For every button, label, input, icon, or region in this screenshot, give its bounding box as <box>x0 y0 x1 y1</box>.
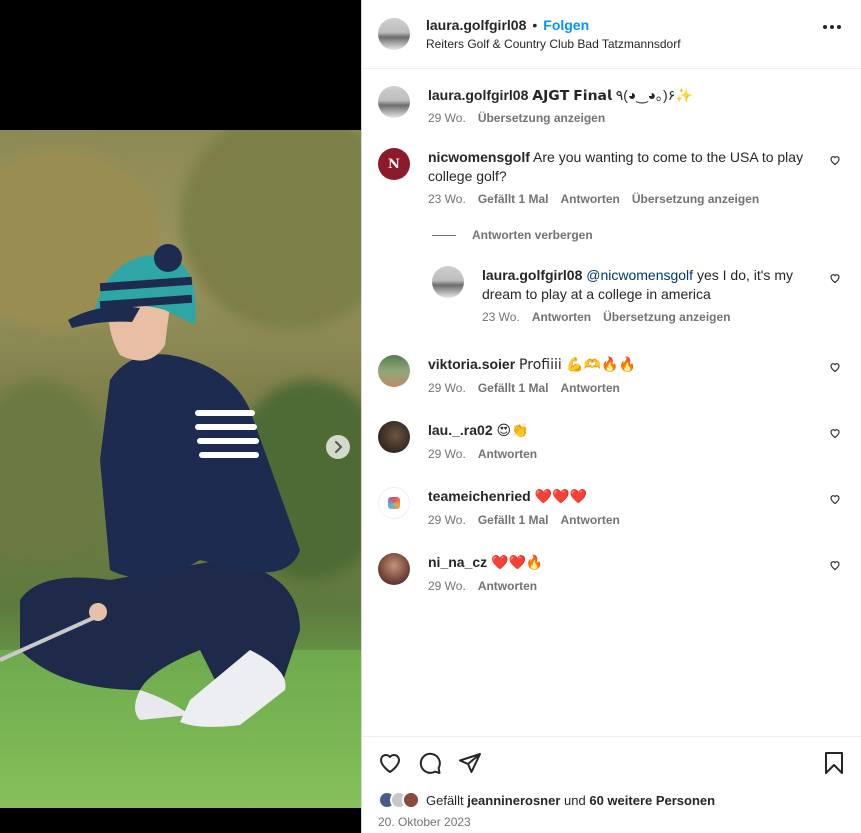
reply-button[interactable]: Antworten <box>478 447 537 461</box>
share-icon[interactable] <box>458 751 482 775</box>
caption-text: 𝗔𝗝𝗚𝗧 𝗙𝗶𝗻𝗮𝗹 ٩(◕‿◕｡)۶✨ <box>532 87 693 103</box>
comment-username[interactable]: nicwomensgolf <box>428 149 530 165</box>
chevron-right-icon <box>335 441 342 453</box>
avatar[interactable] <box>378 553 410 585</box>
reply-button[interactable]: Antworten <box>532 310 591 324</box>
reply-button[interactable]: Antworten <box>478 579 537 593</box>
comment-text: Profiiii 💪🫶🔥🔥 <box>519 357 636 373</box>
comment-time[interactable]: 23 Wo. <box>428 192 466 206</box>
avatar[interactable] <box>378 86 410 118</box>
post-media <box>0 0 361 833</box>
separator-dot: • <box>532 17 538 33</box>
comment-item: viktoria.soier Profiiii 💪🫶🔥🔥 29 Wo. Gefä… <box>378 355 845 395</box>
action-bar <box>378 751 482 775</box>
reply-button[interactable]: Antworten <box>561 513 620 527</box>
reply-button[interactable]: Antworten <box>561 381 620 395</box>
comment-username[interactable]: laura.golfgirl08 <box>428 87 528 103</box>
comment-time[interactable]: 29 Wo. <box>428 381 466 395</box>
author-username[interactable]: laura.golfgirl08 <box>426 17 526 33</box>
translate-link[interactable]: Übersetzung anzeigen <box>478 111 605 125</box>
comment-username[interactable]: lau._.ra02 <box>428 422 493 438</box>
heart-icon[interactable] <box>378 751 402 775</box>
liked-by-username[interactable]: jeanninerosner <box>467 793 560 808</box>
post-header: laura.golfgirl08 • Folgen Reiters Golf &… <box>362 0 861 69</box>
likes-summary: Gefällt jeanninerosner und 60 weitere Pe… <box>378 791 715 809</box>
translate-link[interactable]: Übersetzung anzeigen <box>603 310 730 324</box>
comment-username[interactable]: viktoria.soier <box>428 356 515 372</box>
likes-prefix: Gefällt <box>426 792 464 808</box>
more-options-icon[interactable] <box>823 25 841 29</box>
hide-replies-button[interactable]: Antworten verbergen <box>432 228 593 242</box>
comment-time[interactable]: 23 Wo. <box>482 310 520 324</box>
comment-likes[interactable]: Gefällt 1 Mal <box>478 513 549 527</box>
liker-avatar[interactable] <box>402 791 420 809</box>
like-comment-heart-icon[interactable] <box>829 272 841 284</box>
comment-time[interactable]: 29 Wo. <box>428 579 466 593</box>
reply-button[interactable]: Antworten <box>561 192 620 206</box>
comment-time[interactable]: 29 Wo. <box>428 447 466 461</box>
comment-time[interactable]: 29 Wo. <box>428 513 466 527</box>
avatar[interactable] <box>378 421 410 453</box>
author-avatar[interactable] <box>378 18 410 50</box>
reply-item: laura.golfgirl08 @nicwomensgolf yes I do… <box>432 266 845 324</box>
comment-text: ❤️❤️🔥 <box>491 555 544 571</box>
bookmark-icon <box>825 752 843 774</box>
like-comment-heart-icon[interactable] <box>829 154 841 166</box>
comment-item: teameichenried ❤️❤️❤️ 29 Wo. Gefällt 1 M… <box>378 487 845 527</box>
comment-time[interactable]: 29 Wo. <box>428 111 466 125</box>
like-comment-heart-icon[interactable] <box>829 361 841 373</box>
likes-others-link[interactable]: 60 weitere Personen <box>589 793 715 808</box>
avatar[interactable] <box>378 487 410 519</box>
avatar[interactable]: N <box>378 148 410 180</box>
caption-item: laura.golfgirl08 𝗔𝗝𝗚𝗧 𝗙𝗶𝗻𝗮𝗹 ٩(◕‿◕｡)۶✨ 29… <box>378 86 845 125</box>
like-comment-heart-icon[interactable] <box>829 493 841 505</box>
comment-username[interactable]: laura.golfgirl08 <box>482 267 582 283</box>
comment-likes[interactable]: Gefällt 1 Mal <box>478 192 549 206</box>
golfer-illustration <box>0 244 300 727</box>
post-details-panel: laura.golfgirl08 • Folgen Reiters Golf &… <box>361 0 861 833</box>
mention-link[interactable]: @nicwomensgolf <box>586 267 693 283</box>
comment-item: N nicwomensgolf Are you wanting to come … <box>378 148 845 206</box>
comment-item: lau._.ra02 😍👏 29 Wo. Antworten <box>378 421 845 461</box>
likes-connector: und <box>564 792 586 808</box>
post-location[interactable]: Reiters Golf & Country Club Bad Tatzmann… <box>426 37 681 51</box>
post-photo <box>0 130 361 808</box>
save-button[interactable] <box>823 751 845 775</box>
comment-item: ni_na_cz ❤️❤️🔥 29 Wo. Antworten <box>378 553 845 593</box>
translate-link[interactable]: Übersetzung anzeigen <box>632 192 759 206</box>
post-footer: Gefällt jeanninerosner und 60 weitere Pe… <box>362 736 861 833</box>
comment-icon[interactable] <box>418 751 442 775</box>
like-comment-heart-icon[interactable] <box>829 427 841 439</box>
comment-username[interactable]: teameichenried <box>428 488 531 504</box>
comment-text: 😍👏 <box>496 423 529 439</box>
comments-list: laura.golfgirl08 𝗔𝗝𝗚𝗧 𝗙𝗶𝗻𝗮𝗹 ٩(◕‿◕｡)۶✨ 29… <box>362 70 861 736</box>
comment-username[interactable]: ni_na_cz <box>428 554 487 570</box>
hide-replies-label: Antworten verbergen <box>472 228 593 242</box>
next-image-button[interactable] <box>326 435 350 459</box>
avatar[interactable] <box>432 266 464 298</box>
avatar[interactable] <box>378 355 410 387</box>
comment-likes[interactable]: Gefällt 1 Mal <box>478 381 549 395</box>
post-date[interactable]: 20. Oktober 2023 <box>378 815 471 829</box>
like-comment-heart-icon[interactable] <box>829 559 841 571</box>
comment-text: ❤️❤️❤️ <box>534 489 587 505</box>
follow-button[interactable]: Folgen <box>543 17 589 33</box>
